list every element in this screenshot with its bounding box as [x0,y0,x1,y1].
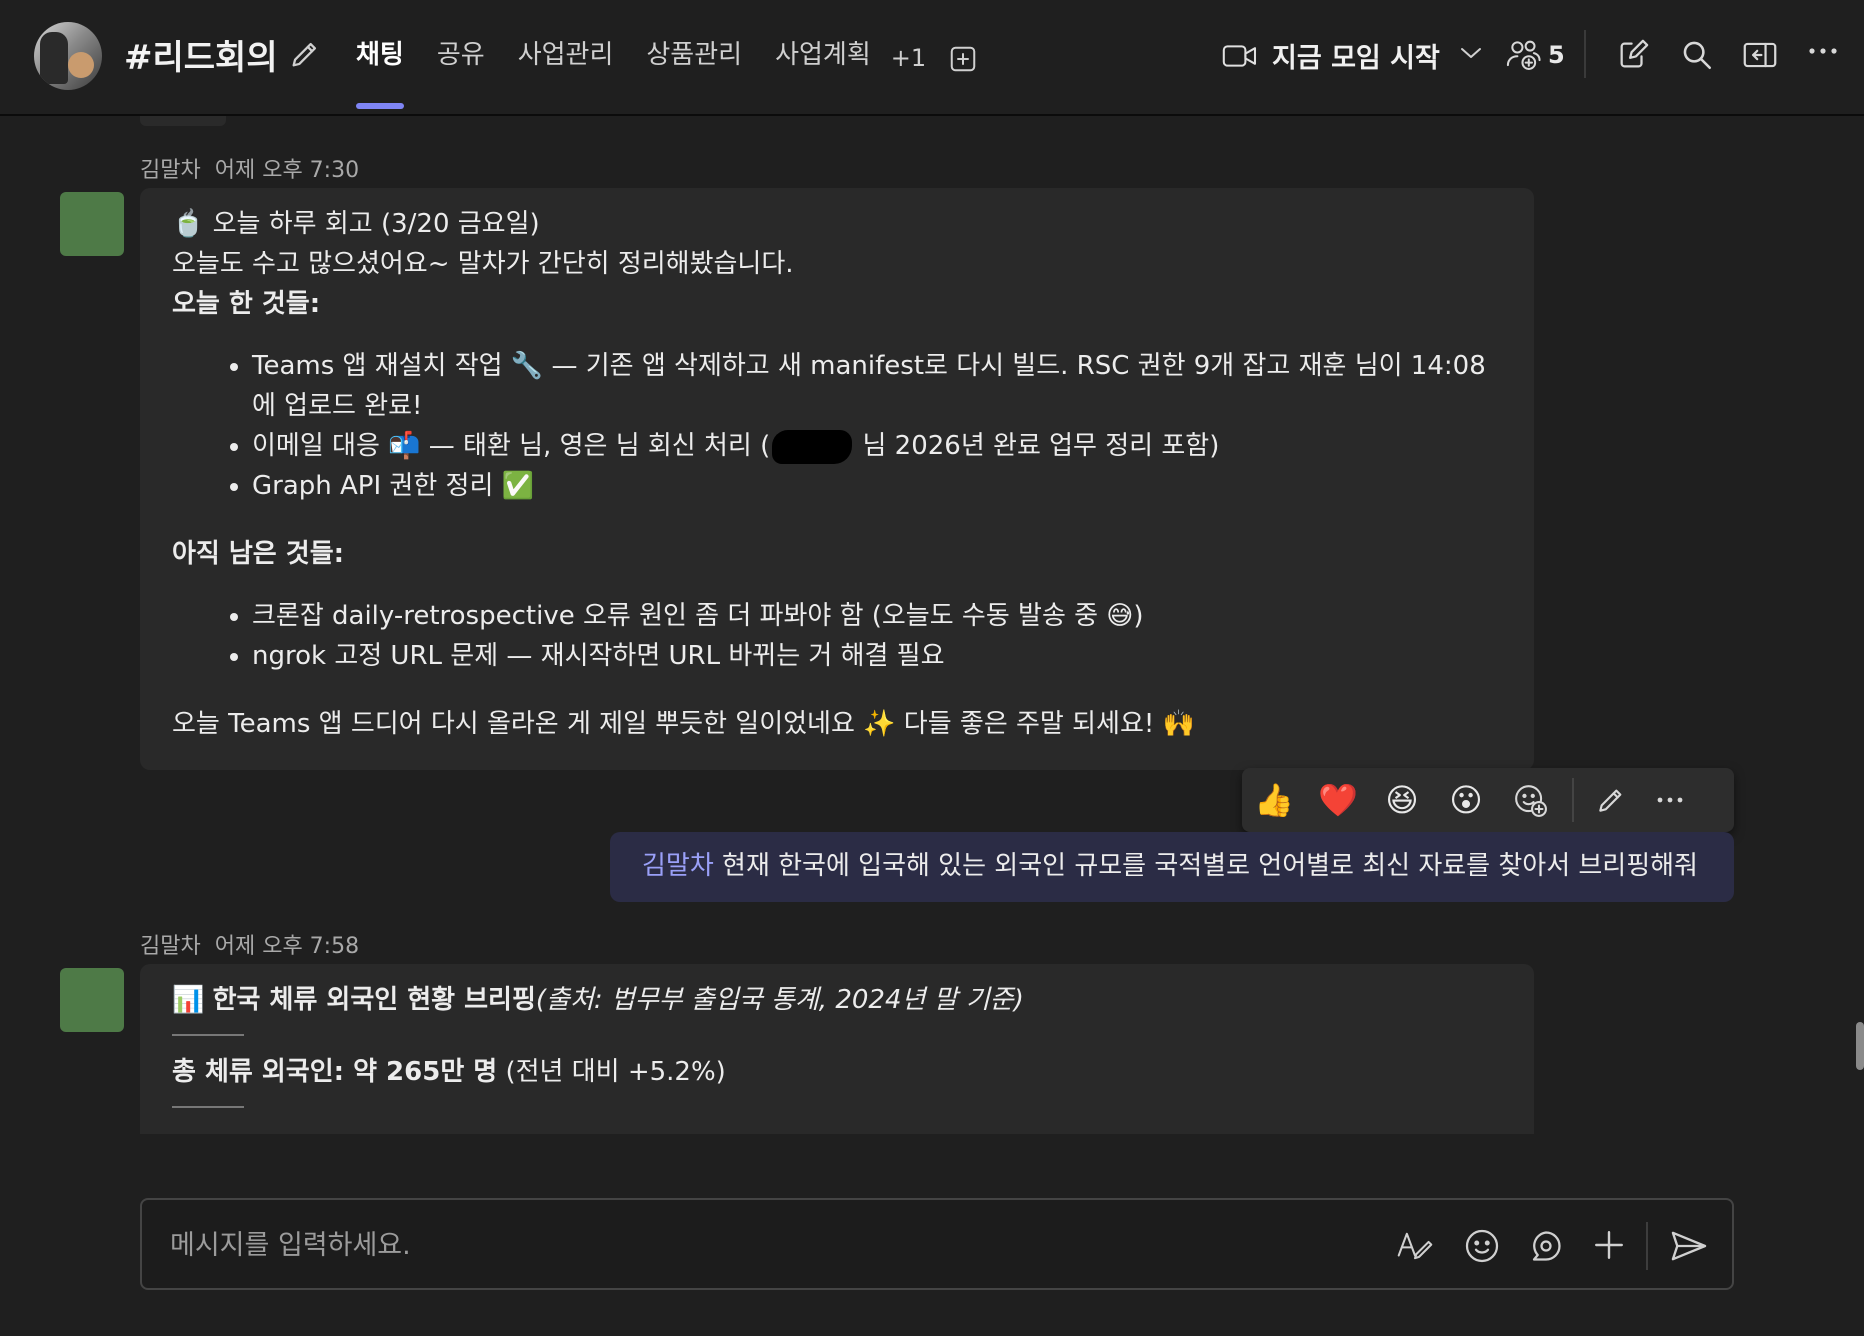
total-summary: 총 체류 외국인: 약 265만 명 (전년 대비 +5.2%) [172,1057,726,1087]
avatar[interactable] [60,192,124,256]
message-more-icon[interactable] [1638,768,1702,832]
todo-list: 크론잡 daily-retrospective 오류 원인 좀 더 파봐야 함 … [172,596,1502,676]
timestamp: 어제 오후 7:30 [214,158,360,183]
previous-message-remnant [140,116,226,126]
tab-business-management[interactable]: 사업관리 [518,36,614,80]
channel-header: #리드회의 채팅 공유 사업관리 상품관리 사업계획 +1 지금 모임 시작 5 [0,0,1864,116]
scrollbar-thumb[interactable] [1856,1022,1864,1070]
start-meeting-button[interactable]: 지금 모임 시작 [1222,36,1440,75]
divider-rule [172,1106,244,1108]
composer-divider [1646,1222,1648,1270]
loop-component-icon[interactable] [1528,1228,1564,1264]
tab-business-plan[interactable]: 사업계획 [775,36,871,80]
tab-product-management[interactable]: 상품관리 [646,36,742,80]
video-camera-icon [1222,42,1258,70]
thumbs-up-reaction[interactable]: 👍 [1242,768,1306,832]
done-section-title: 오늘 한 것들: [172,289,321,319]
avatar-person-2 [68,52,94,78]
format-text-icon[interactable] [1396,1228,1434,1264]
tab-bar: 채팅 공유 사업관리 상품관리 사업계획 +1 [356,36,976,109]
timestamp: 어제 오후 7:58 [214,934,360,959]
header-divider [1584,30,1586,78]
compose-note-icon[interactable] [1616,38,1650,72]
heart-reaction[interactable]: ❤️ [1306,768,1370,832]
list-item: ngrok 고정 URL 문제 — 재시작하면 URL 바뀌는 거 해결 필요 [252,636,1502,676]
message-bubble[interactable]: 📊 한국 체류 외국인 현황 브리핑(출처: 법무부 출입국 통계, 2024년… [140,964,1534,1134]
sent-message-text: 현재 한국에 입국해 있는 외국인 규모를 국적별로 언어별로 최신 자료를 찾… [713,851,1698,881]
tab-shared[interactable]: 공유 [437,36,485,80]
avatar[interactable] [60,968,124,1032]
list-item: 이메일 대응 📬 — 태환 님, 영은 님 회신 처리 ( 님 2026년 완료… [252,426,1502,466]
divider-rule [172,1034,244,1036]
participant-count: 5 [1548,41,1565,69]
message-bubble[interactable]: 🍵 오늘 하루 회고 (3/20 금요일) 오늘도 수고 많으셨어요~ 말차가 … [140,188,1534,770]
more-options-icon[interactable] [1808,46,1838,56]
pencil-icon[interactable] [288,37,322,71]
message-meta: 김말차 어제 오후 7:30 [140,152,359,184]
list-item: Graph API 권한 정리 ✅ [252,466,1502,506]
send-icon[interactable] [1670,1228,1708,1264]
toolbar-divider [1572,778,1574,822]
chart-emoji: 📊 [172,985,205,1015]
todo-section-title: 아직 남은 것들: [172,539,345,569]
mention[interactable]: 김말차 [642,851,714,881]
channel-title[interactable]: #리드회의 [124,30,278,79]
edit-message-icon[interactable] [1584,768,1638,832]
message-heading: 🍵 오늘 하루 회고 (3/20 금요일) [172,209,540,239]
chevron-down-icon[interactable] [1460,46,1482,60]
people-add-icon [1506,38,1544,72]
tab-chat[interactable]: 채팅 [356,36,404,109]
message-closing: 오늘 Teams 앱 드디어 다시 올라온 게 제일 뿌듯한 일이었네요 ✨ 다… [172,709,1195,739]
list-item: Teams 앱 재설치 작업 🔧 — 기존 앱 삭제하고 새 manifest로… [252,346,1502,426]
search-icon[interactable] [1680,38,1714,72]
surprised-reaction[interactable]: 😮 [1434,768,1498,832]
tea-emoji: 🍵 [172,209,205,239]
side-panel-icon[interactable] [1742,38,1778,72]
done-list: Teams 앱 재설치 작업 🔧 — 기존 앱 삭제하고 새 manifest로… [172,346,1502,506]
message-intro: 오늘도 수고 많으셨어요~ 말차가 간단히 정리해봤습니다. [172,249,794,279]
message-composer [140,1198,1734,1290]
sent-message-bubble[interactable]: 김말차 현재 한국에 입국해 있는 외국인 규모를 국적별로 언어별로 최신 자… [610,832,1734,902]
avatar-person-1 [40,32,68,84]
source-note: (출처: 법무부 출입국 통계, 2024년 말 기준) [535,985,1024,1015]
laugh-reaction[interactable]: 😆 [1370,768,1434,832]
plus-icon[interactable] [1592,1228,1626,1262]
message-heading: 📊 한국 체류 외국인 현황 브리핑(출처: 법무부 출입국 통계, 2024년… [172,985,1024,1015]
list-item: 크론잡 daily-retrospective 오류 원인 좀 더 파봐야 함 … [252,596,1502,636]
message-meta: 김말차 어제 오후 7:58 [140,928,359,960]
add-tab-icon[interactable] [948,44,976,72]
emoji-icon[interactable] [1464,1228,1500,1264]
more-tabs-button[interactable]: +1 [891,39,926,77]
reaction-toolbar: 👍 ❤️ 😆 😮 [1242,768,1734,832]
author-name[interactable]: 김말차 [140,158,201,183]
redacted-name [772,429,853,464]
message-input[interactable] [168,1222,1272,1268]
channel-avatar[interactable] [34,22,102,90]
add-reaction-icon[interactable] [1498,768,1562,832]
participants-button[interactable]: 5 [1506,38,1565,72]
start-meeting-label: 지금 모임 시작 [1272,43,1440,74]
author-name[interactable]: 김말차 [140,934,201,959]
